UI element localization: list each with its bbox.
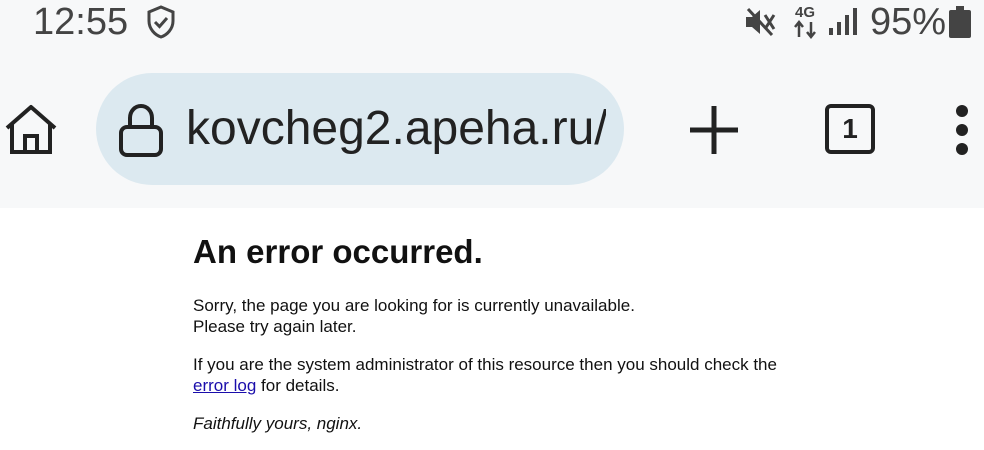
signal-icon xyxy=(829,8,857,35)
browser-chrome: 12:55 4G 95% kovcheg2.apeha.ru/n 1 xyxy=(0,0,984,208)
status-bar: 12:55 4G 95% xyxy=(0,0,984,46)
plus-icon[interactable] xyxy=(688,104,740,156)
tab-switcher-button[interactable]: 1 xyxy=(825,104,875,154)
home-button[interactable] xyxy=(0,100,62,160)
more-vert-icon[interactable] xyxy=(948,104,976,156)
tab-count: 1 xyxy=(842,113,858,144)
network-4g-icon: 4G xyxy=(794,4,816,39)
home-icon xyxy=(5,105,57,154)
admin-suffix: for details. xyxy=(256,376,340,395)
page-content: An error occurred. Sorry, the page you a… xyxy=(193,228,893,434)
address-bar[interactable]: kovcheg2.apeha.ru/n xyxy=(96,73,624,185)
unavailable-message: Sorry, the page you are looking for is c… xyxy=(193,295,893,337)
error-heading: An error occurred. xyxy=(193,233,483,270)
mute-icon xyxy=(746,7,776,37)
admin-message: If you are the system administrator of t… xyxy=(193,354,893,396)
shield-check-icon xyxy=(147,5,175,39)
signature: Faithfully yours, nginx. xyxy=(193,414,363,433)
status-time: 12:55 xyxy=(33,1,129,43)
url-text[interactable]: kovcheg2.apeha.ru/n xyxy=(186,73,606,185)
battery-icon xyxy=(949,6,971,38)
try-again-line: Please try again later. xyxy=(193,317,357,336)
admin-text: If you are the system administrator of t… xyxy=(193,355,777,374)
error-log-link[interactable]: error log xyxy=(193,376,256,395)
unavailable-line: Sorry, the page you are looking for is c… xyxy=(193,296,635,315)
battery-percent: 95% xyxy=(870,1,947,43)
network-label: 4G xyxy=(795,4,815,21)
lock-icon[interactable] xyxy=(116,103,166,157)
